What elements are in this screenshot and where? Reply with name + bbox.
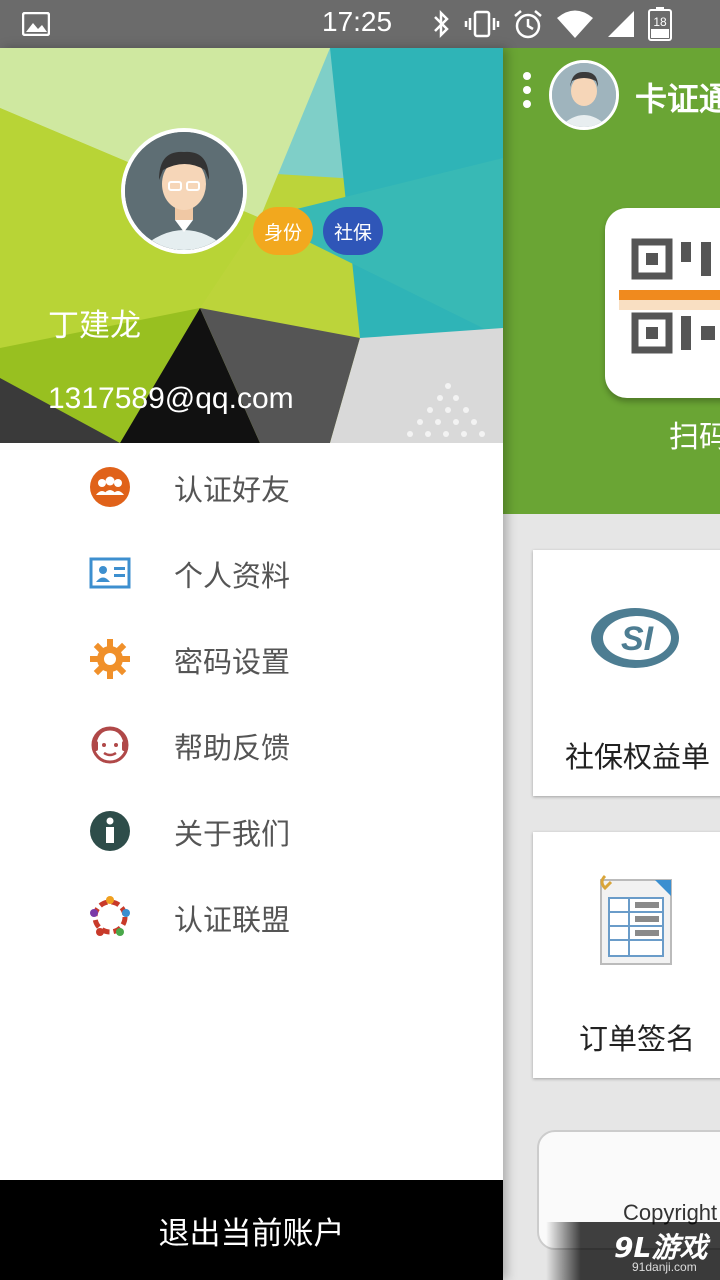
info-icon <box>90 811 130 851</box>
signal-icon <box>608 11 634 37</box>
menu-item-certification-alliance[interactable]: 认证联盟 <box>0 873 503 959</box>
social-security-label: 社保权益单 <box>565 740 711 774</box>
menu-label: 认证联盟 <box>174 903 291 937</box>
battery-level: 18 <box>653 15 667 29</box>
watermark: 9L游戏 91danji.com <box>546 1222 720 1280</box>
support-agent-icon <box>91 726 129 764</box>
social-security-badge: 社保 <box>323 207 383 255</box>
app-header: 卡证通 扫码 <box>503 48 720 514</box>
wifi-icon <box>557 10 593 38</box>
scan-button[interactable] <box>605 208 720 398</box>
drawer-menu: 认证好友 个人资料 密码设置 帮助反馈 关于我们 认证联盟 <box>0 443 503 959</box>
status-icons: 18 <box>430 6 672 42</box>
logout-button[interactable]: 退出当前账户 <box>0 1180 503 1280</box>
alliance-icon <box>90 896 130 936</box>
user-email: 1317589@qq.com <box>48 382 294 415</box>
vibrate-icon <box>464 10 500 38</box>
svg-text:SI: SI <box>621 620 655 658</box>
menu-item-help-feedback[interactable]: 帮助反馈 <box>0 701 503 787</box>
social-security-card[interactable]: SI 社保权益单 <box>533 550 720 796</box>
menu-item-certified-friends[interactable]: 认证好友 <box>0 443 503 529</box>
watermark-sub: 91danji.com <box>632 1260 697 1274</box>
app-title: 卡证通 <box>635 80 720 118</box>
menu-item-profile[interactable]: 个人资料 <box>0 529 503 615</box>
navigation-drawer: 身份 社保 丁建龙 1317589@qq.com 认证好友 个人资料 密码设置 … <box>0 48 503 1280</box>
order-sign-label: 订单签名 <box>579 1022 696 1056</box>
image-icon <box>22 12 50 36</box>
menu-label: 密码设置 <box>174 645 291 679</box>
si-logo-icon: SI <box>591 608 679 668</box>
scan-label: 扫码 <box>669 420 720 455</box>
menu-label: 认证好友 <box>174 473 291 507</box>
bluetooth-icon <box>434 9 449 39</box>
main-app: 卡证通 扫码 SI 社保权益单 订单签名 Copyright <box>503 48 720 1280</box>
document-table-icon <box>600 874 672 965</box>
menu-label: 个人资料 <box>174 559 291 593</box>
menu-item-password-settings[interactable]: 密码设置 <box>0 615 503 701</box>
identity-badge: 身份 <box>253 207 313 255</box>
gear-icon <box>90 639 130 679</box>
profile-avatar[interactable] <box>121 128 247 254</box>
user-name: 丁建龙 <box>48 308 141 344</box>
menu-label: 帮助反馈 <box>174 731 291 765</box>
battery-icon: 18 <box>648 7 672 41</box>
friends-icon <box>90 467 130 507</box>
overflow-menu-icon[interactable] <box>523 72 533 112</box>
id-card-icon <box>89 557 131 589</box>
status-time: 17:25 <box>322 6 393 37</box>
app-avatar[interactable] <box>549 60 619 130</box>
decorative-dots <box>407 383 485 437</box>
alarm-icon <box>514 10 542 39</box>
status-bar: 17:25 18 <box>0 0 720 48</box>
menu-item-about-us[interactable]: 关于我们 <box>0 787 503 873</box>
order-sign-card[interactable]: 订单签名 <box>533 832 720 1078</box>
menu-label: 关于我们 <box>174 817 291 851</box>
drawer-header: 身份 社保 丁建龙 1317589@qq.com <box>0 48 503 443</box>
qr-scan-icon <box>619 238 720 354</box>
